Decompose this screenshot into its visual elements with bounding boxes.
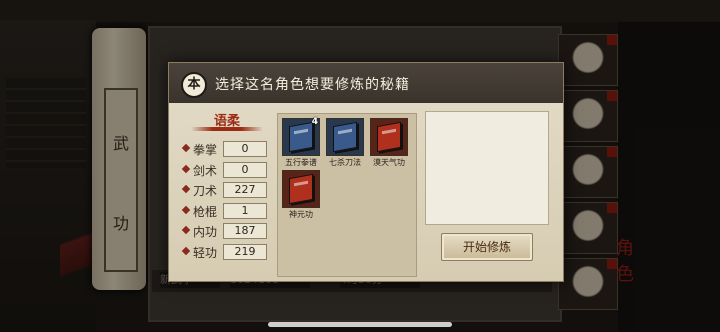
- book-icon: [326, 118, 364, 156]
- cultivation-dialog: 本 选择这名角色想要修炼的秘籍 语柔 拳掌 0 剑术 0 刀术 227 枪棍 1…: [168, 62, 564, 282]
- manual-item[interactable]: 漠天气功: [370, 118, 408, 168]
- book-label: 漠天气功: [373, 158, 405, 167]
- manual-item[interactable]: 神元功: [282, 170, 320, 220]
- stat-label: 刀术: [193, 184, 218, 198]
- stat-label: 轻功: [193, 245, 218, 260]
- diamond-icon: [181, 164, 191, 173]
- book-label: 七杀刀法: [329, 158, 361, 167]
- book-cover: [289, 121, 313, 153]
- book-cover: [333, 121, 357, 153]
- book-cover: [289, 173, 313, 205]
- name-underline-ornament: [191, 127, 263, 131]
- diamond-icon: [181, 225, 191, 235]
- stat-row: 剑术 0: [181, 160, 279, 181]
- home-indicator[interactable]: [268, 322, 452, 327]
- diamond-icon: [181, 184, 191, 194]
- seal-icon: 本: [181, 72, 207, 98]
- stat-value: 227: [223, 182, 267, 198]
- manual-list: 4 五行拳谱 七杀刀法 漠天气功 神元功: [277, 113, 417, 277]
- stat-value: 219: [223, 243, 267, 260]
- book-label: 神元功: [289, 210, 313, 219]
- stat-value: 1: [223, 202, 267, 219]
- manual-item[interactable]: 4 五行拳谱: [282, 117, 320, 168]
- stat-value: 187: [223, 223, 267, 239]
- book-count: 4: [311, 117, 318, 127]
- stat-row: 刀术 227: [181, 180, 279, 201]
- book-icon: [370, 118, 408, 156]
- diamond-icon: [181, 143, 191, 153]
- book-icon: [282, 170, 320, 208]
- start-cultivation-button[interactable]: 开始修炼: [441, 233, 533, 261]
- diamond-icon: [181, 246, 191, 255]
- book-label: 五行拳谱: [285, 158, 317, 167]
- stat-row: 内功 187: [181, 221, 279, 242]
- manual-item[interactable]: 七杀刀法: [326, 118, 364, 168]
- stat-label: 内功: [193, 225, 218, 239]
- stat-value: 0: [223, 141, 267, 157]
- dialog-title: 选择这名角色想要修炼的秘籍: [215, 77, 410, 93]
- manual-description-box: [425, 111, 549, 225]
- book-icon: 4: [282, 117, 320, 156]
- dialog-header: 本 选择这名角色想要修炼的秘籍: [169, 63, 563, 103]
- stat-row: 轻功 219: [181, 242, 279, 263]
- stat-row: 枪棍 1: [181, 201, 279, 222]
- stat-value: 0: [223, 161, 267, 178]
- stat-label: 拳掌: [193, 143, 218, 157]
- stat-row: 拳掌 0: [181, 139, 279, 160]
- stats-list: 拳掌 0 剑术 0 刀术 227 枪棍 1 内功 187 轻功 219: [181, 139, 279, 262]
- stat-label: 枪棍: [193, 204, 218, 219]
- stat-label: 剑术: [193, 163, 218, 178]
- diamond-icon: [181, 205, 191, 214]
- book-cover: [377, 121, 401, 153]
